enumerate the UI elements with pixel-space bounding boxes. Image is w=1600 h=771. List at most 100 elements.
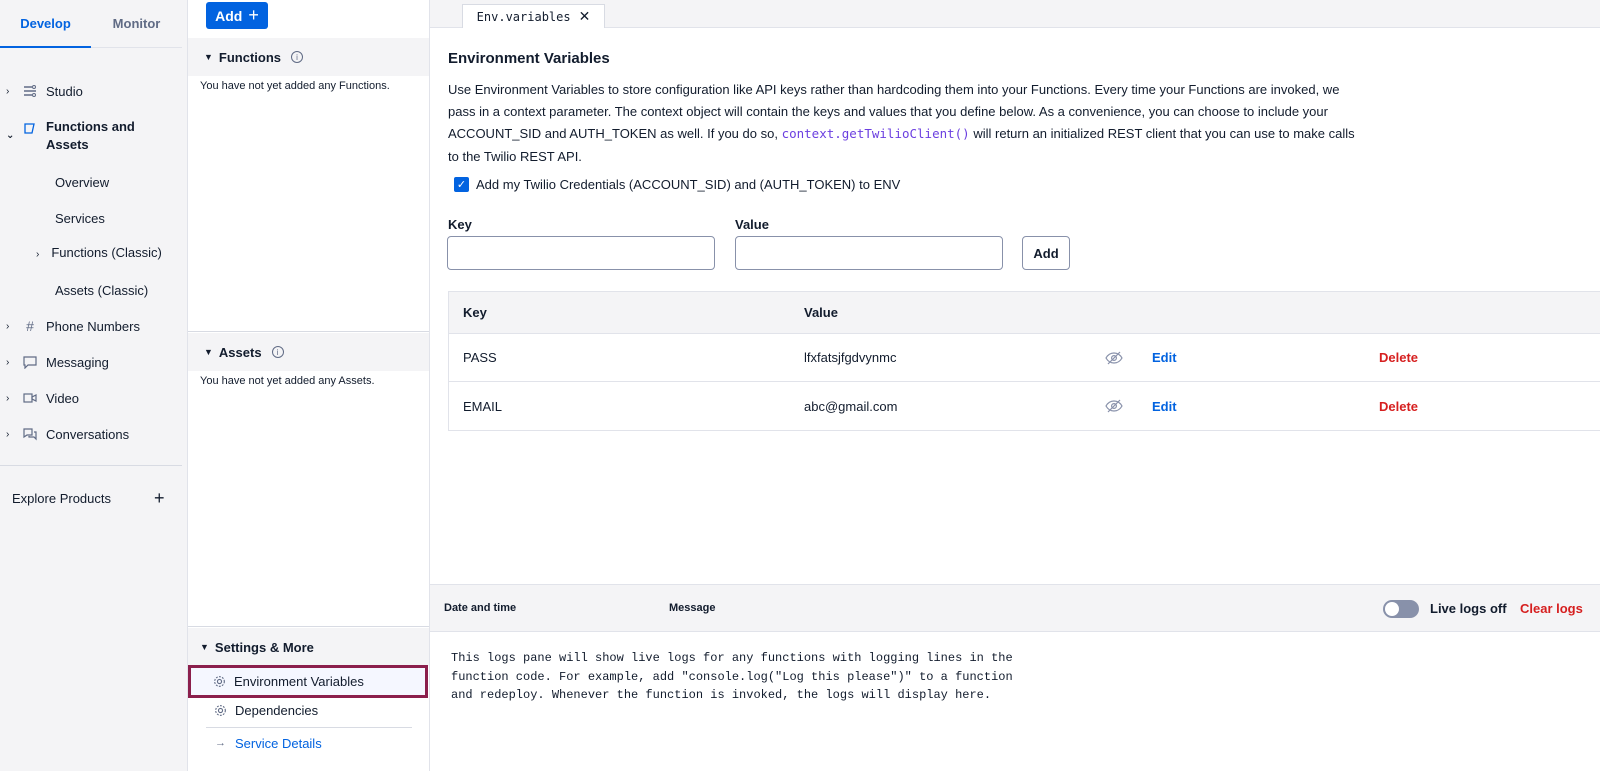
chevron-down-icon: ⌄	[6, 130, 15, 141]
eye-slash-icon[interactable]	[1105, 382, 1123, 430]
section-divider	[188, 331, 429, 332]
table-row: PASS lfxfatsjfgdvynmc Edit Delete	[449, 334, 1600, 382]
gear-icon	[213, 675, 226, 688]
close-icon[interactable]: ✕	[579, 9, 591, 25]
key-input[interactable]	[447, 236, 715, 270]
sidebar-item-label: Functions (Classic)	[51, 245, 162, 260]
row-key: PASS	[463, 350, 497, 365]
environment-variables-panel: Environment Variables Use Environment Va…	[430, 28, 1600, 584]
sidebar-item-services[interactable]: Services	[55, 211, 105, 226]
caret-down-icon: ▼	[204, 52, 213, 62]
tab-label: Env.variables	[476, 10, 571, 24]
nav-tabs: Develop Monitor	[0, 0, 182, 48]
assets-section-header[interactable]: ▼ Assets i	[188, 333, 429, 371]
settings-item-environment-variables[interactable]: Environment Variables	[188, 665, 428, 698]
settings-item-label: Environment Variables	[234, 674, 364, 689]
section-divider	[188, 626, 429, 627]
env-description: Use Environment Variables to store confi…	[448, 79, 1368, 168]
delete-link[interactable]: Delete	[1379, 334, 1418, 381]
credentials-checkbox-row[interactable]: ✓ Add my Twilio Credentials (ACCOUNT_SID…	[454, 177, 900, 192]
sidebar-item-overview[interactable]: Overview	[55, 175, 109, 190]
tab-develop[interactable]: Develop	[0, 0, 91, 48]
explore-products[interactable]: Explore Products +	[0, 488, 182, 508]
caret-down-icon: ▼	[204, 347, 213, 357]
plus-icon[interactable]: +	[154, 488, 165, 509]
video-icon	[22, 390, 38, 406]
row-key: EMAIL	[463, 398, 503, 414]
nav-item-label: Conversations	[46, 426, 130, 442]
section-title: Settings & More	[214, 639, 314, 655]
info-icon[interactable]: i	[291, 51, 304, 63]
chevron-right-icon: ›	[6, 356, 10, 368]
chevron-right-icon: ›	[6, 320, 10, 332]
table-row: EMAIL abc@gmail.com Edit Delete	[449, 382, 1600, 430]
delete-link[interactable]: Delete	[1379, 382, 1418, 430]
credentials-checkbox-label: Add my Twilio Credentials (ACCOUNT_SID) …	[476, 177, 901, 192]
nav-item-conversations[interactable]: › Conversations	[0, 423, 182, 445]
nav-item-phone-numbers[interactable]: › # Phone Numbers	[0, 315, 182, 337]
settings-section-header[interactable]: ▼ Settings & More	[188, 628, 429, 666]
edit-link[interactable]: Edit	[1152, 382, 1177, 430]
section-title: Assets	[218, 344, 262, 360]
settings-item-label: Service Details	[235, 735, 322, 751]
assets-empty-text: You have not yet added any Assets.	[200, 375, 375, 387]
tab-env-variables[interactable]: Env.variables ✕	[462, 4, 605, 29]
logs-pane: This logs pane will show live logs for a…	[430, 633, 1600, 771]
column-header-value: Value	[804, 305, 838, 320]
key-label: Key	[448, 217, 472, 232]
column-header-key: Key	[463, 305, 487, 320]
functions-section-header[interactable]: ▼ Functions i	[188, 38, 429, 76]
explore-products-label: Explore Products	[12, 490, 111, 506]
sidebar-item-functions-classic[interactable]: › Functions (Classic)	[36, 245, 162, 260]
sidebar-item-assets-classic[interactable]: Assets (Classic)	[55, 283, 148, 298]
chevron-right-icon: ›	[6, 392, 10, 404]
section-title: Functions	[218, 49, 282, 65]
info-icon[interactable]: i	[271, 346, 284, 358]
clear-logs-button[interactable]: Clear logs	[1520, 601, 1583, 616]
nav-item-messaging[interactable]: › Messaging	[0, 351, 182, 373]
add-button[interactable]: Add +	[206, 2, 268, 29]
settings-item-label: Dependencies	[235, 702, 319, 718]
logs-header: Date and time Message Live logs off Clea…	[430, 584, 1600, 632]
nav-item-label: Studio	[46, 83, 83, 99]
editor-tab-bar: Env.variables ✕	[430, 0, 1600, 29]
live-logs-toggle[interactable]	[1383, 600, 1419, 618]
hash-icon: #	[26, 318, 34, 334]
logs-date-header: Date and time	[444, 602, 517, 614]
left-navigation: Develop Monitor › Studio ⌄ Functions and…	[0, 0, 188, 771]
nav-item-label: Functions and Assets	[46, 119, 135, 152]
value-label: Value	[735, 217, 769, 232]
eye-slash-icon[interactable]	[1105, 334, 1123, 381]
chevron-right-icon: ›	[36, 249, 40, 260]
service-panel: Add + ▼ Functions i You have not yet adde…	[188, 0, 430, 771]
value-input[interactable]	[735, 236, 1003, 270]
nav-divider	[0, 465, 182, 466]
nav-item-functions-and-assets[interactable]: ⌄ Functions and Assets	[0, 118, 182, 158]
table-header-row: Key Value	[449, 292, 1600, 334]
functions-icon	[22, 120, 38, 136]
tab-monitor[interactable]: Monitor	[91, 0, 182, 48]
message-icon	[22, 354, 38, 370]
logs-message-header: Message	[669, 602, 716, 614]
nav-item-studio[interactable]: › Studio	[0, 80, 182, 102]
studio-icon	[22, 83, 38, 99]
add-variable-button[interactable]: Add	[1022, 236, 1070, 270]
gear-icon	[214, 704, 227, 717]
env-description-code: context.getTwilioClient()	[781, 126, 970, 142]
live-logs-label: Live logs off	[1430, 601, 1507, 616]
page-title: Environment Variables	[448, 50, 610, 67]
chevron-right-icon: ›	[6, 85, 10, 97]
logs-placeholder-text: This logs pane will show live logs for a…	[451, 651, 1013, 702]
settings-item-service-details[interactable]: → Service Details	[188, 728, 429, 758]
nav-item-label: Messaging	[46, 354, 109, 370]
chevron-right-icon: ›	[6, 428, 10, 440]
nav-item-label: Phone Numbers	[46, 318, 140, 334]
add-button-label: Add	[215, 7, 243, 24]
env-variables-table: Key Value PASS lfxfatsjfgdvynmc Edit Del…	[448, 291, 1600, 431]
row-value: abc@gmail.com	[804, 398, 898, 414]
conversations-icon	[22, 426, 38, 442]
settings-item-dependencies[interactable]: Dependencies	[188, 695, 429, 725]
edit-link[interactable]: Edit	[1152, 334, 1177, 381]
nav-item-video[interactable]: › Video	[0, 387, 182, 409]
credentials-checkbox[interactable]: ✓	[454, 177, 469, 192]
